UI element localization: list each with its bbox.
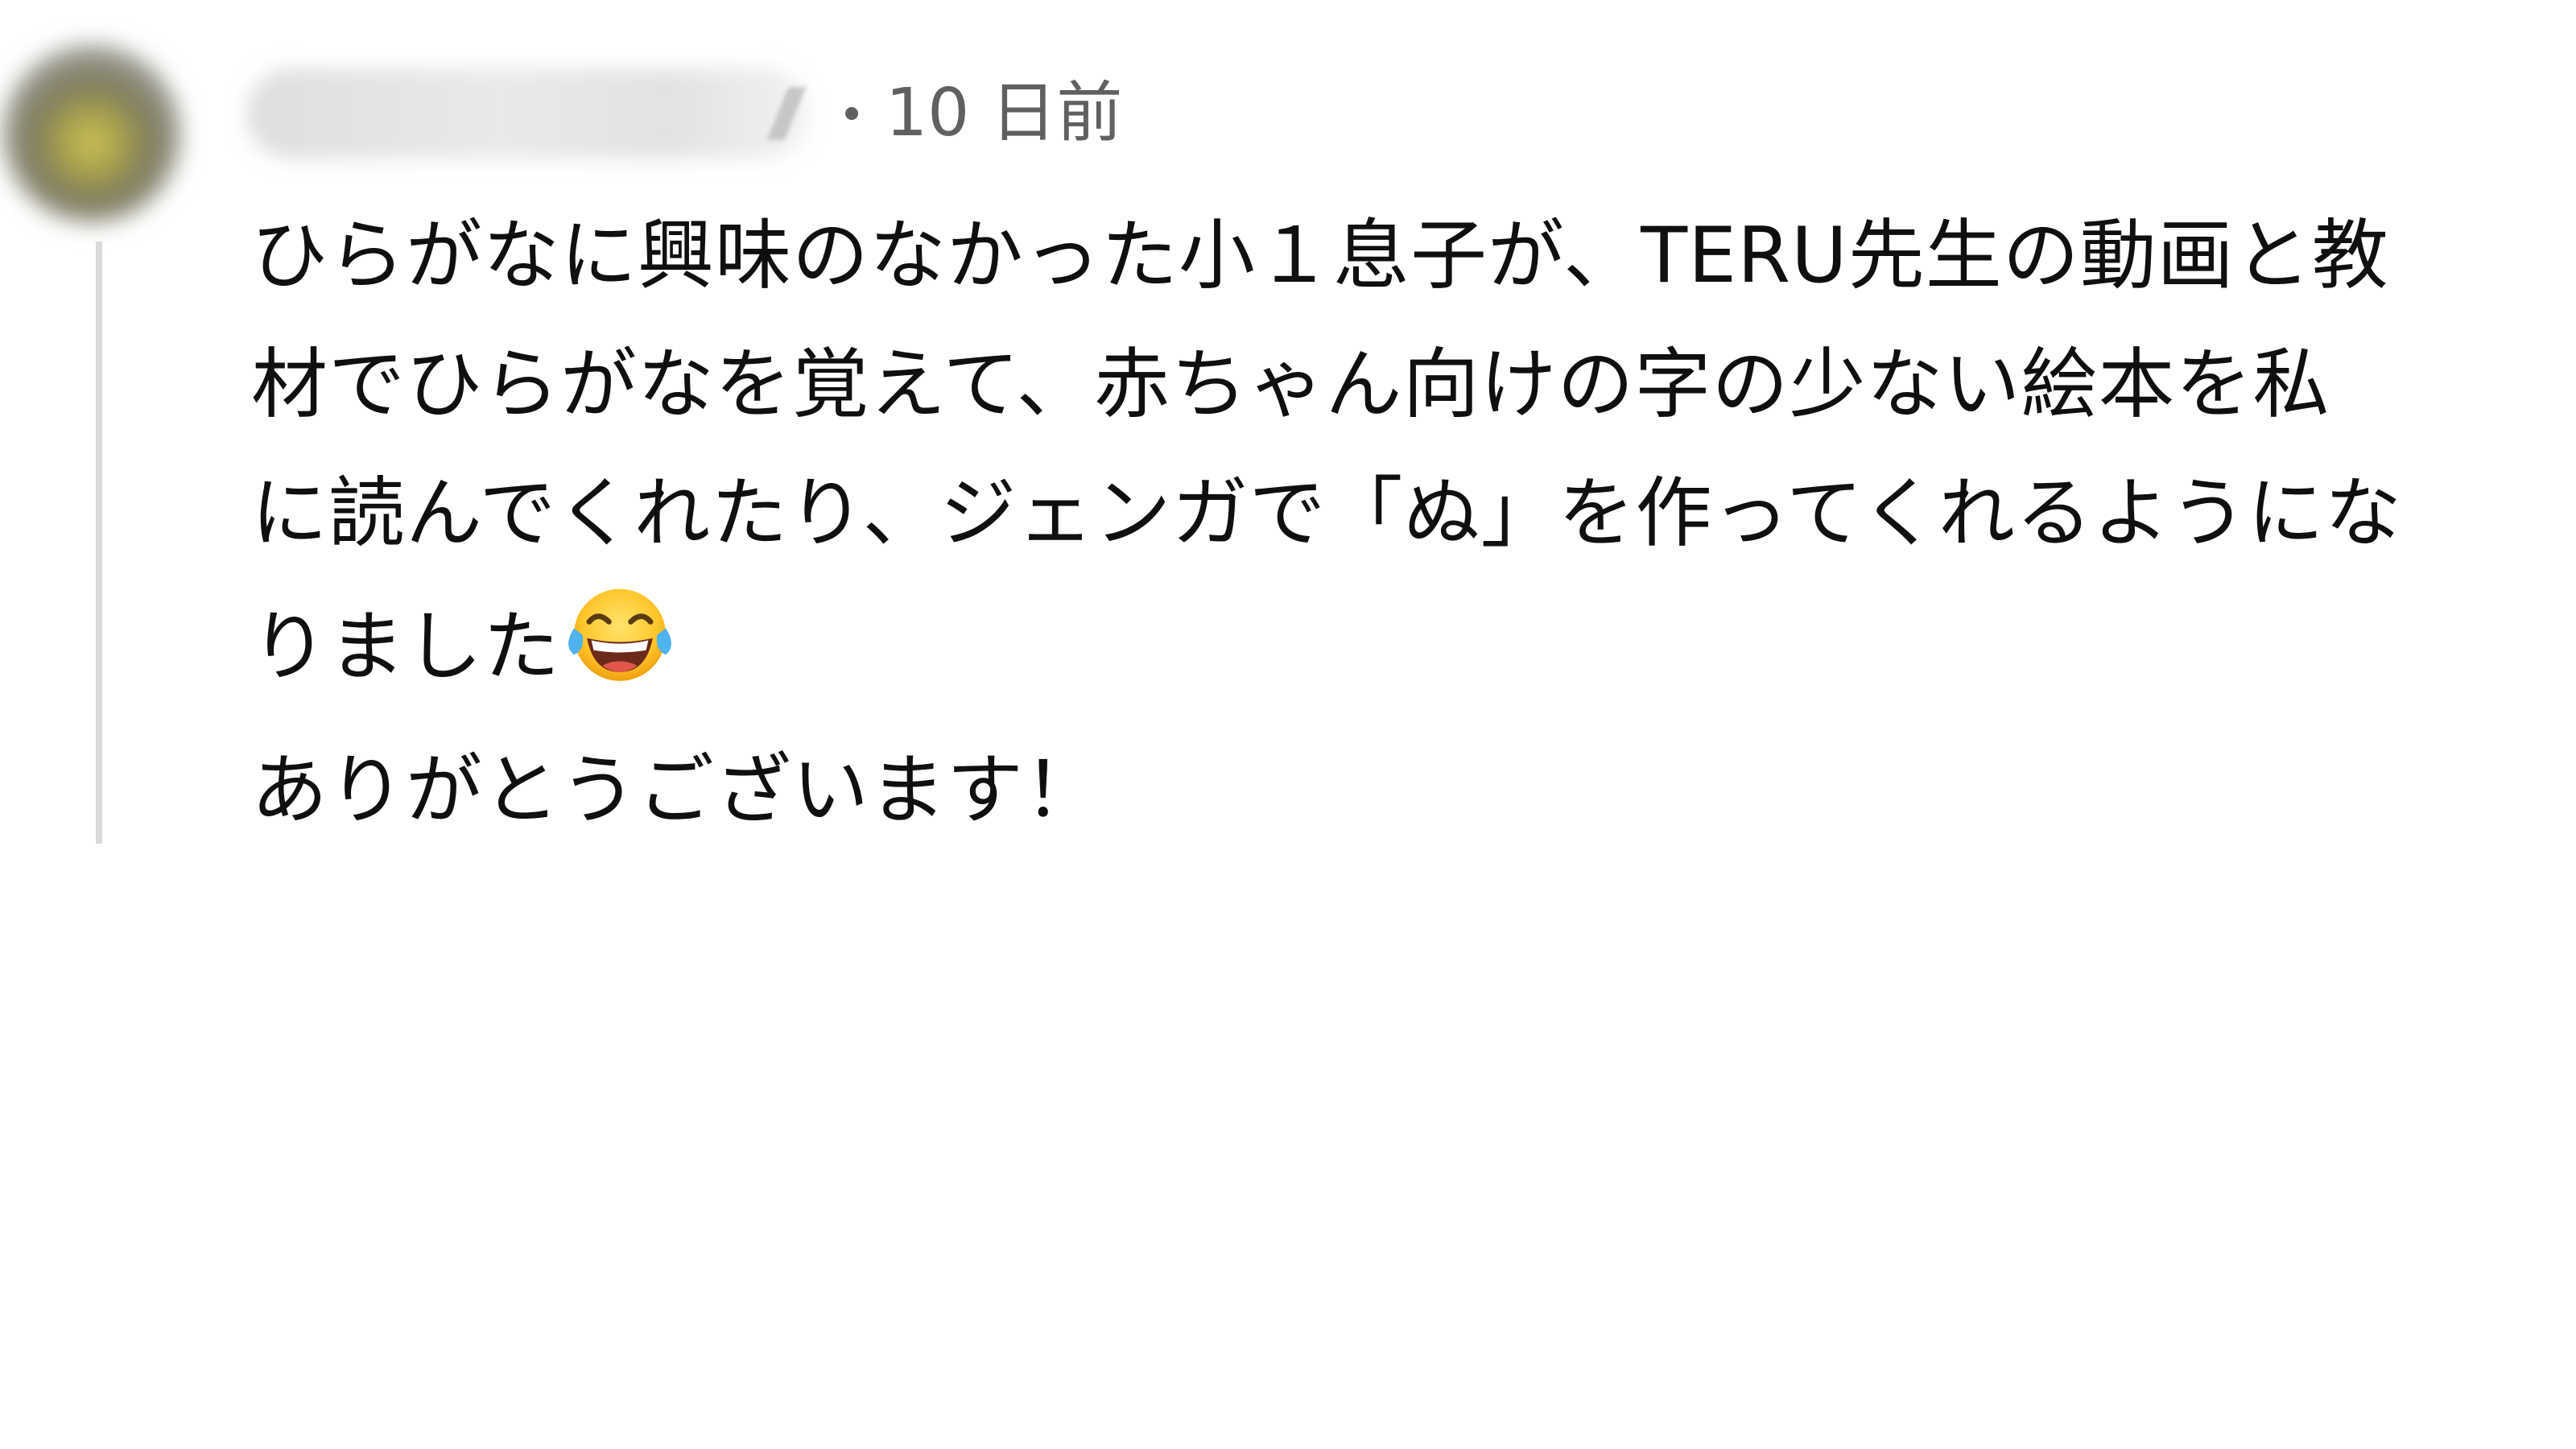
emoji-svg: [568, 588, 671, 681]
comment-line-1: ひらがなに興味のなかった小１息子が、TERU先生の動画と教: [251, 212, 2389, 300]
comment-header: 10 日前: [246, 61, 1122, 166]
comment-line-2: 材でひらがなを覚えて、赤ちゃん向けの字の少ない絵本を私: [251, 341, 2330, 429]
face-with-tears-of-joy-icon: [565, 578, 675, 726]
author-name-redacted[interactable]: [246, 68, 810, 159]
separator-dot: [845, 107, 858, 120]
avatar[interactable]: [3, 45, 180, 222]
thread-line: [96, 242, 102, 844]
comment-line-4: りました: [251, 578, 2570, 726]
comment-thread: 10 日前 ひらがなに興味のなかった小１息子が、TERU先生の動画と教 材でひら…: [0, 0, 2576, 1449]
comment-line-5: ありがとうございます！: [251, 746, 1102, 835]
comment-line-4-text: りました: [251, 603, 561, 691]
comment-body: ひらがなに興味のなかった小１息子が、TERU先生の動画と教 材でひらがなを覚えて…: [251, 192, 2570, 855]
comment-line-3: に読んでくれたり、ジェンガで「ぬ」を作ってくれるようにな: [251, 469, 2402, 558]
comment-timestamp[interactable]: 10 日前: [886, 80, 1122, 147]
